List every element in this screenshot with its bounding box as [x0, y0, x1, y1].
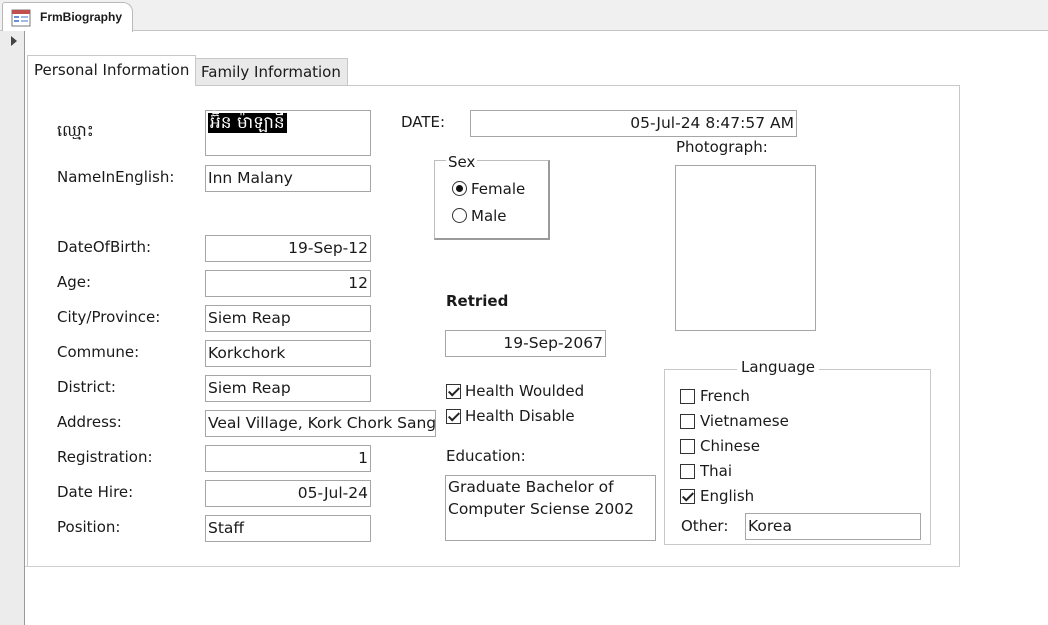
tab-personal-information[interactable]: Personal Information [27, 55, 197, 86]
age-field[interactable]: 12 [205, 270, 371, 297]
district-label: District: [57, 378, 116, 396]
commune-label: Commune: [57, 343, 140, 361]
male-radio[interactable] [452, 208, 467, 223]
tab-family-information[interactable]: Family Information [194, 58, 348, 85]
date-label: DATE: [401, 113, 446, 131]
retried-field[interactable]: 19-Sep-2067 [445, 330, 606, 357]
english-checkbox[interactable] [680, 489, 695, 504]
district-field[interactable]: Siem Reap [205, 375, 371, 402]
form-bottom-divider [25, 566, 960, 567]
position-label: Position: [57, 518, 121, 536]
chinese-label: Chinese [700, 437, 760, 455]
other-language-field[interactable]: Korea [745, 513, 921, 540]
other-language-label: Other: [681, 517, 729, 535]
female-radio-label: Female [471, 180, 526, 198]
khmer-name-label: ឈ្មោះ [57, 121, 94, 140]
date-field[interactable]: 05-Jul-24 8:47:57 AM [470, 110, 797, 137]
address-field[interactable]: Veal Village, Kork Chork Sangkat [205, 410, 436, 437]
registration-label: Registration: [57, 448, 153, 466]
education-field[interactable]: Graduate Bachelor of Computer Sciense 20… [445, 475, 656, 541]
khmer-name-field[interactable]: អ៊ិន ម៉ាឡានី [205, 110, 371, 156]
sex-option-group [434, 160, 550, 240]
commune-field[interactable]: Korkchork [205, 340, 371, 367]
khmer-name-value: អ៊ិន ម៉ាឡានី [208, 113, 287, 133]
document-tab[interactable]: FrmBiography [2, 2, 133, 32]
vietnamese-label: Vietnamese [700, 412, 789, 430]
thai-checkbox[interactable] [680, 464, 695, 479]
city-label: City/Province: [57, 308, 161, 326]
english-label: English [700, 487, 755, 505]
retried-label: Retried [446, 292, 509, 310]
language-group-label: Language [737, 358, 820, 376]
health-woulded-checkbox[interactable] [446, 384, 461, 399]
form-icon [11, 9, 31, 31]
sex-group-label: Sex [446, 153, 478, 171]
record-selector[interactable] [0, 31, 25, 625]
chinese-checkbox[interactable] [680, 439, 695, 454]
current-record-arrow-icon [11, 36, 17, 46]
name-english-label: NameInEnglish: [57, 168, 175, 186]
address-label: Address: [57, 413, 122, 431]
dob-field[interactable]: 19-Sep-12 [205, 235, 371, 262]
thai-label: Thai [700, 462, 733, 480]
french-checkbox[interactable] [680, 389, 695, 404]
registration-field[interactable]: 1 [205, 445, 371, 472]
position-field[interactable]: Staff [205, 515, 371, 542]
vietnamese-checkbox[interactable] [680, 414, 695, 429]
male-radio-label: Male [471, 207, 507, 225]
health-disable-label: Health Disable [465, 407, 575, 425]
date-hire-label: Date Hire: [57, 483, 134, 501]
age-label: Age: [57, 273, 92, 291]
date-hire-field[interactable]: 05-Jul-24 [205, 480, 371, 507]
document-tab-bar: FrmBiography [0, 0, 1048, 32]
health-disable-checkbox[interactable] [446, 409, 461, 424]
french-label: French [700, 387, 750, 405]
health-woulded-label: Health Woulded [465, 382, 585, 400]
name-english-field[interactable]: Inn Malany [205, 165, 371, 192]
photograph-label: Photograph: [676, 138, 768, 156]
city-field[interactable]: Siem Reap [205, 305, 371, 332]
photograph-frame[interactable] [675, 165, 816, 331]
dob-label: DateOfBirth: [57, 238, 152, 256]
document-tab-title: FrmBiography [40, 10, 123, 24]
female-radio[interactable] [452, 181, 467, 196]
education-label: Education: [446, 447, 526, 465]
